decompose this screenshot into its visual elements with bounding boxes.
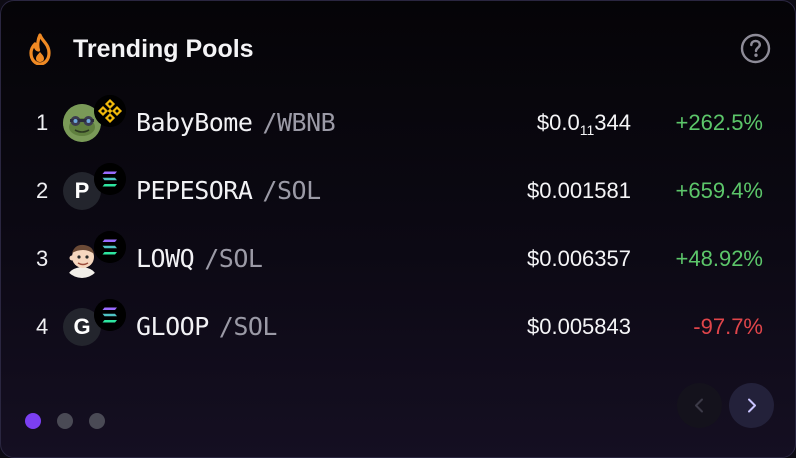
- base-token: LOWQ: [136, 244, 195, 273]
- pool-row[interactable]: 1 BabyBome/WBNB $0.011344 +262.5%: [1, 95, 795, 147]
- base-token: BabyBome: [136, 108, 253, 137]
- base-token: PEPESORA: [136, 176, 253, 205]
- card-title: Trending Pools: [73, 35, 254, 63]
- quote-token: /SOL: [262, 176, 321, 205]
- pool-row[interactable]: 3 LOWQ/SOL $0.006357 +48.92%: [1, 231, 795, 283]
- price-change: -97.7%: [693, 314, 763, 339]
- fire-icon: [29, 33, 51, 65]
- quote-token: /WBNB: [262, 108, 336, 137]
- pool-price: $0.005843: [527, 314, 631, 339]
- price-zero-count: 11: [579, 122, 595, 138]
- trending-pools-card: Trending Pools 1 BabyBome /WBNB $0.01134…: [0, 0, 796, 458]
- pool-pair: GLOOP/SOL: [136, 312, 277, 342]
- solana-chain-icon: [94, 231, 126, 263]
- question-circle-icon[interactable]: [740, 33, 771, 64]
- price-prefix: $0.0: [536, 110, 580, 135]
- page-dot-2[interactable]: [57, 413, 73, 429]
- price-change: +262.5%: [675, 110, 763, 135]
- bnb-chain-icon: [94, 95, 126, 127]
- base-token: GLOOP: [136, 312, 209, 341]
- pool-price: $0.011344: [537, 109, 631, 137]
- pool-pair: PEPESORA/SOL: [136, 176, 321, 206]
- next-page-button[interactable]: [729, 383, 774, 428]
- pool-row[interactable]: 4 G GLOOP/SOL $0.005843 -97.7%: [1, 299, 795, 351]
- solana-chain-icon: [94, 163, 126, 195]
- pool-pair: BabyBome/WBNB: [136, 108, 336, 138]
- chevron-right-icon: [748, 398, 756, 413]
- quote-token: /SOL: [218, 312, 278, 341]
- pool-rank: 2: [36, 178, 49, 203]
- quote-token: /SOL: [204, 244, 263, 273]
- prev-page-button[interactable]: [677, 383, 722, 428]
- pool-price: $0.006357: [527, 246, 631, 271]
- price-digits: 344: [594, 110, 631, 135]
- pool-rank: 4: [36, 314, 49, 339]
- pool-rank: 3: [36, 246, 49, 271]
- pool-price: $0.001581: [527, 178, 631, 203]
- card-header: Trending Pools: [25, 31, 771, 67]
- price-change: +48.92%: [675, 246, 763, 271]
- pool-row[interactable]: 2 P PEPESORA/SOL $0.001581 +659.4%: [1, 163, 795, 215]
- pool-rank: 1: [36, 110, 49, 135]
- pool-pair: LOWQ/SOL: [136, 244, 263, 274]
- solana-chain-icon: [94, 299, 126, 331]
- chevron-left-icon: [695, 398, 703, 413]
- page-dot-3[interactable]: [89, 413, 105, 429]
- price-change: +659.4%: [675, 178, 763, 203]
- page-dot-1[interactable]: [25, 413, 41, 429]
